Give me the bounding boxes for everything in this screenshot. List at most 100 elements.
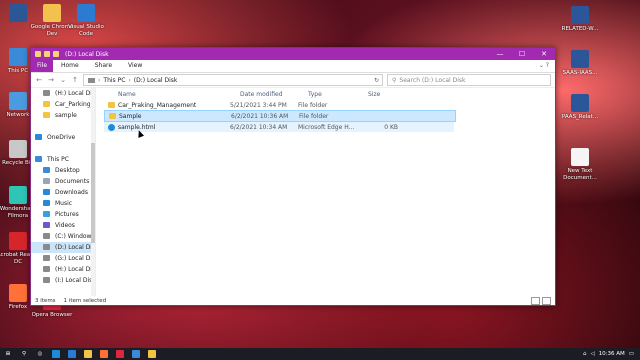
taskbar-app-opera[interactable] (112, 348, 128, 360)
nav-item-icon (43, 222, 50, 228)
nav-item-icon (43, 211, 50, 217)
search-icon: ⚲ (392, 76, 397, 84)
nav-item-label: OneDrive (47, 134, 76, 141)
up-button[interactable]: ↑ (71, 76, 79, 84)
file-row[interactable]: Car_Praking_Management 5/21/2021 3:44 PM F… (104, 100, 454, 110)
nav-item[interactable]: OneDrive (31, 132, 95, 143)
search-button[interactable]: ⚲ (16, 348, 32, 360)
tab-view[interactable]: View (120, 60, 150, 72)
recent-locations-button[interactable]: ⌄ (59, 76, 67, 84)
column-date[interactable]: Date modified (222, 91, 290, 98)
nav-item[interactable]: (I:) Local Disk (31, 275, 95, 286)
item-count: 3 items (35, 297, 56, 304)
desktop-item-2[interactable]: Visual Studio Code (64, 4, 108, 37)
properties-icon[interactable] (44, 51, 50, 57)
nav-item[interactable]: (H:) Local Disk (31, 88, 95, 99)
details-view-icon[interactable] (531, 296, 540, 305)
tab-share[interactable]: Share (87, 60, 120, 72)
desktop-icon-label: Opera Browser (31, 312, 73, 318)
nav-item[interactable]: Desktop (31, 165, 95, 176)
edge-icon (52, 350, 60, 358)
nav-item (31, 143, 95, 154)
nav-item[interactable]: Downloads (31, 187, 95, 198)
nav-item-icon (43, 266, 50, 272)
tab-file[interactable]: File (31, 60, 53, 72)
nav-item[interactable]: Pictures (31, 209, 95, 220)
drive-icon (88, 77, 95, 83)
desktop-file-2[interactable]: PAAS_Relat... (558, 94, 602, 121)
nav-item-label: sample (55, 112, 77, 119)
task-view-button[interactable]: ◎ (32, 348, 48, 360)
nav-item[interactable]: This PC (31, 154, 95, 165)
taskbar-app-chrome[interactable] (80, 348, 96, 360)
taskbar-app-edge[interactable] (48, 348, 64, 360)
clock[interactable]: 10:36 AM (599, 351, 625, 357)
maximize-button[interactable]: ☐ (511, 48, 533, 60)
nav-item-label: Pictures (55, 211, 79, 218)
desktop-file-1[interactable]: SAAS-IAAS... (558, 50, 602, 77)
nav-item[interactable]: sample (31, 110, 95, 121)
explorer-icon (148, 350, 156, 358)
nav-item[interactable]: (D:) Local Disk (31, 242, 95, 253)
opera-icon (116, 350, 124, 358)
file-1-icon (571, 50, 589, 68)
file-list: Name Date modified Type Size Car_Praking… (96, 88, 555, 296)
title-bar[interactable]: (D:) Local Disk — ☐ ✕ (31, 48, 555, 60)
item-3-icon (9, 48, 27, 66)
nav-item-icon (35, 156, 42, 162)
taskbar-app-store[interactable] (128, 348, 144, 360)
nav-item-icon (43, 90, 50, 96)
window-title: (D:) Local Disk (65, 50, 109, 58)
item-0-icon (9, 4, 27, 22)
ribbon-help[interactable]: ⌄ ? (539, 60, 555, 72)
column-size[interactable]: Size (350, 91, 380, 98)
file-type: File folder (298, 101, 328, 109)
large-icons-view-icon[interactable] (542, 296, 551, 305)
nav-item-label: (I:) Local Disk (55, 277, 96, 284)
taskbar-app-vscode[interactable] (64, 348, 80, 360)
address-bar[interactable]: › This PC › (D:) Local Disk ↻ (83, 74, 383, 86)
search-placeholder: Search (D:) Local Disk (399, 76, 466, 84)
desktop-icon-label: Visual Studio Code (68, 24, 104, 37)
tab-home[interactable]: Home (53, 60, 87, 72)
desktop-icon-label: PAAS_Relat... (561, 114, 599, 120)
volume-icon[interactable]: ◁ (590, 351, 594, 357)
notification-icon[interactable]: ▭ (629, 351, 634, 357)
breadcrumb-local-disk[interactable]: (D:) Local Disk (134, 77, 178, 84)
navigation-pane: (H:) Local Disk Car_Parking_Masample OneDr… (31, 88, 96, 296)
nav-item-label: (H:) Local Disk (55, 90, 96, 97)
network-icon[interactable]: ⌂ (583, 351, 587, 357)
taskbar-app-explorer[interactable] (144, 348, 160, 360)
forward-button[interactable]: → (47, 76, 55, 84)
start-button[interactable]: ⊞ (0, 348, 16, 360)
item-7-icon (9, 232, 27, 250)
column-name[interactable]: Name (100, 91, 222, 98)
desktop-file-0[interactable]: RELATED-W... (558, 6, 602, 33)
breadcrumb-this-pc[interactable]: This PC (103, 77, 125, 84)
new-folder-icon[interactable] (53, 51, 59, 57)
taskbar-app-firefox[interactable] (96, 348, 112, 360)
nav-item[interactable]: Documents (31, 176, 95, 187)
nav-item[interactable]: Music (31, 198, 95, 209)
file-row[interactable]: Sample 6/2/2021 10:36 AM File folder (104, 110, 456, 122)
search-input[interactable]: ⚲ Search (D:) Local Disk (387, 74, 551, 86)
nav-item[interactable]: Videos (31, 220, 95, 231)
file-size: 0 KB (384, 123, 398, 131)
nav-item-icon (43, 255, 50, 261)
nav-item[interactable]: (C:) Windows_10 (31, 231, 95, 242)
nav-item[interactable]: Car_Parking_Ma (31, 99, 95, 110)
nav-item[interactable]: (H:) Local Disk (31, 264, 95, 275)
desktop-icon-label: RELATED-W... (561, 26, 599, 32)
file-explorer-window: (D:) Local Disk — ☐ ✕ File Home Share Vi… (30, 47, 556, 306)
close-button[interactable]: ✕ (533, 48, 555, 60)
desktop-file-3[interactable]: New Text Document... (558, 148, 602, 181)
column-type[interactable]: Type (290, 91, 350, 98)
back-button[interactable]: ← (35, 76, 43, 84)
file-row[interactable]: sample.html 6/2/2021 10:34 AM Microsoft Ed… (104, 122, 454, 132)
nav-item-icon (43, 167, 50, 173)
nav-item-icon (43, 200, 50, 206)
refresh-icon[interactable]: ↻ (374, 77, 382, 84)
minimize-button[interactable]: — (489, 48, 511, 60)
nav-item[interactable]: (G:) Local Disk (31, 253, 95, 264)
navigation-scrollbar[interactable] (91, 88, 95, 296)
